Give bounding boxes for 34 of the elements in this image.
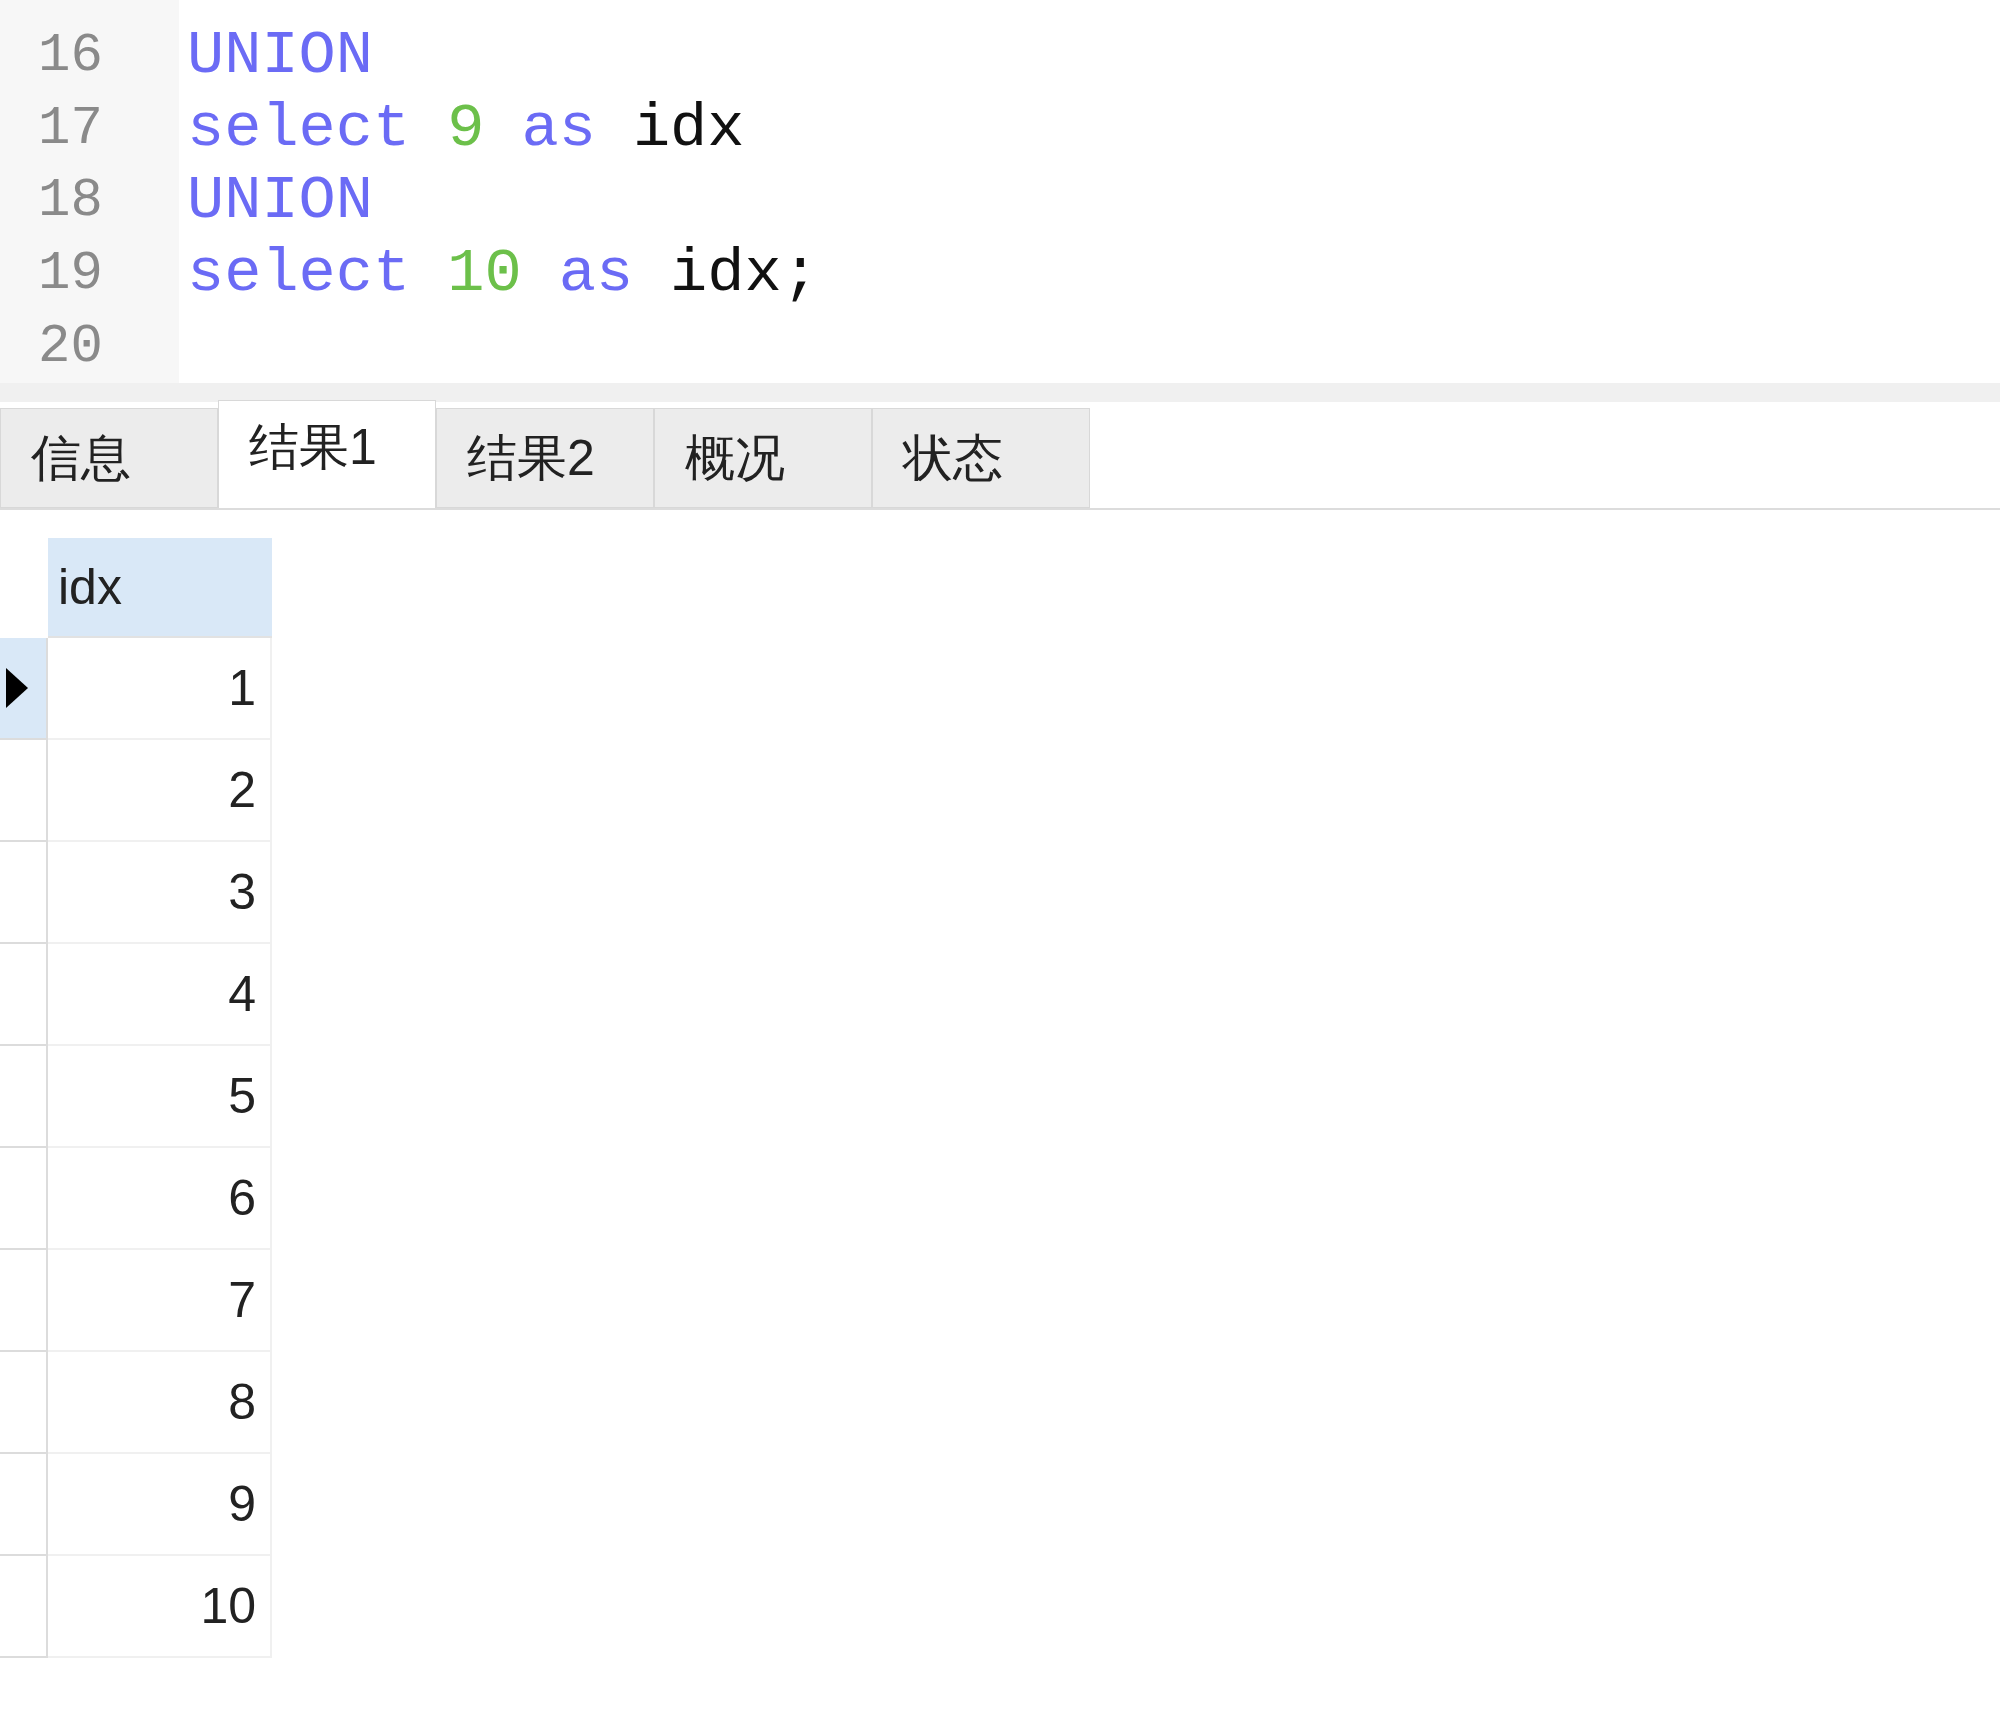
splitter-bar[interactable] — [0, 383, 2000, 402]
result-tab[interactable]: 概况 — [654, 408, 872, 508]
sql-keyword: as — [521, 94, 596, 163]
sql-keyword: UNION — [187, 22, 374, 91]
sql-number: 9 — [447, 94, 485, 163]
sql-keyword: UNION — [187, 167, 374, 236]
current-row-arrow-icon — [6, 668, 28, 708]
table-cell[interactable]: 7 — [48, 1250, 272, 1352]
table-cell[interactable]: 9 — [48, 1454, 272, 1556]
sql-keyword: select — [187, 240, 411, 309]
column-header[interactable]: idx — [48, 538, 272, 638]
sql-keyword: select — [187, 94, 411, 163]
table-cell[interactable]: 1 — [48, 638, 272, 740]
sql-keyword: as — [558, 240, 634, 309]
table-cell[interactable]: 3 — [48, 842, 272, 944]
table-cell[interactable]: 4 — [48, 944, 272, 1046]
table-cell[interactable]: 6 — [48, 1148, 272, 1250]
result-tab[interactable]: 状态 — [872, 408, 1090, 508]
line-number: 18 — [38, 171, 103, 232]
table-cell[interactable]: 10 — [48, 1556, 272, 1658]
table-cell[interactable]: 8 — [48, 1352, 272, 1454]
line-number: 17 — [38, 98, 103, 159]
table-cell[interactable]: 5 — [48, 1046, 272, 1148]
sql-identifier: idx — [632, 94, 745, 163]
result-tab[interactable]: 结果1 — [218, 400, 436, 508]
result-tab[interactable]: 信息 — [0, 408, 218, 508]
sql-number: 10 — [447, 240, 522, 309]
result-tab[interactable]: 结果2 — [436, 408, 654, 508]
table-cell[interactable]: 2 — [48, 740, 272, 842]
line-number: 20 — [38, 316, 103, 377]
line-number: 16 — [38, 26, 103, 87]
line-number: 19 — [38, 244, 103, 305]
row-indicator[interactable] — [0, 638, 48, 740]
sql-identifier: idx; — [670, 240, 819, 309]
